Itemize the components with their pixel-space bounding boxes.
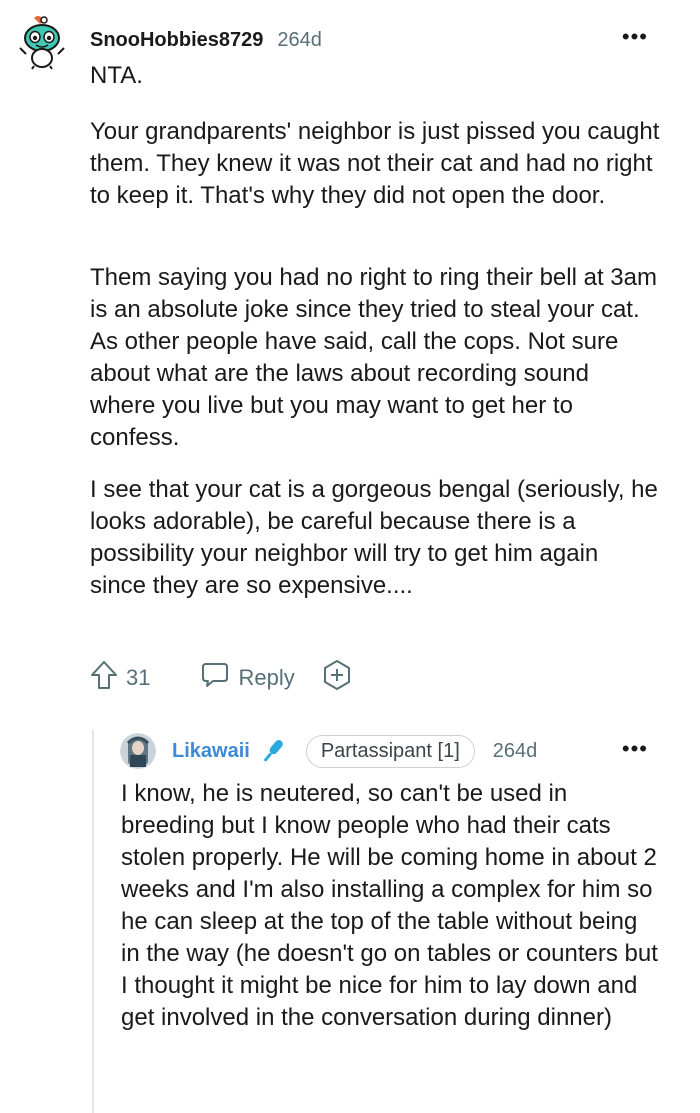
comment-meta: SnooHobbies8729 264d (90, 26, 322, 54)
upvote-count: 31 (126, 665, 151, 690)
reply-username[interactable]: Likawaii (172, 740, 250, 763)
upvote-control[interactable]: 31 (90, 660, 150, 696)
reply-body: I know, he is neutered, so can't be used… (121, 780, 658, 1031)
comment-paragraph-4: I see that your cat is a gorgeous bengal… (90, 476, 658, 599)
award-button[interactable] (321, 659, 353, 697)
thread-line[interactable] (92, 730, 94, 1113)
snoo-avatar-icon[interactable] (16, 14, 68, 70)
user-flair-badge: Partassipant [1] (305, 734, 475, 768)
reply-bubble-icon (200, 660, 230, 696)
reply-meta: Likawaii Partassipant [1] 264d (172, 733, 537, 769)
reply-button[interactable]: Reply (200, 660, 295, 696)
comment-age: 264d (277, 28, 322, 51)
reply-age: 264d (492, 739, 538, 762)
award-plus-icon (321, 659, 353, 697)
reply-label: Reply (238, 665, 295, 690)
upvote-arrow-icon[interactable] (90, 660, 118, 696)
reply-more-options-icon[interactable]: ••• (622, 738, 648, 760)
user-avatar-icon[interactable] (120, 733, 156, 769)
comment-paragraph-3: Them saying you had no right to ring the… (90, 264, 657, 451)
comment-actions: 31 Reply (90, 660, 353, 696)
microphone-icon (258, 736, 288, 766)
comment-more-options-icon[interactable]: ••• (622, 26, 648, 48)
comment-paragraph-1: NTA. (90, 62, 143, 89)
comment-paragraph-2: Your grandparents' neighbor is just piss… (90, 118, 660, 209)
comment-username[interactable]: SnooHobbies8729 (90, 29, 263, 52)
